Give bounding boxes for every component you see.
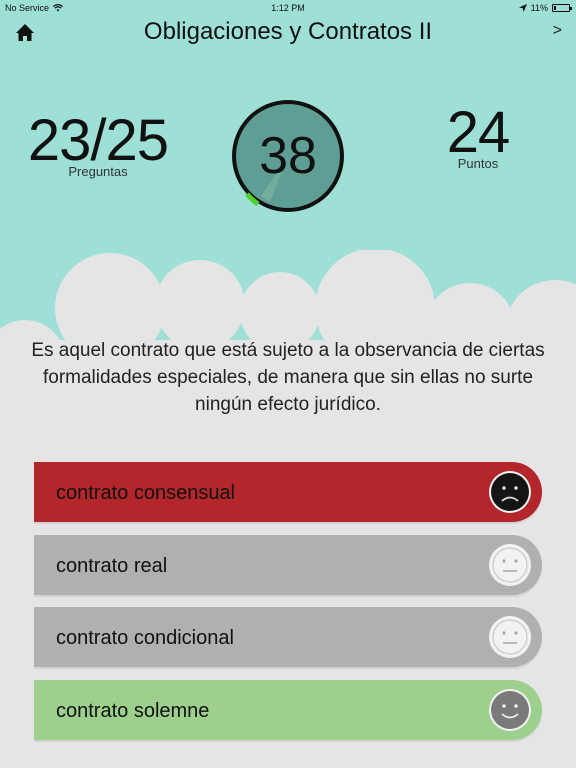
questions-stat: 23/25 Preguntas — [18, 108, 178, 180]
neutral-face-icon — [489, 616, 531, 658]
next-button[interactable]: > — [553, 22, 562, 40]
question-text: Es aquel contrato que está sujeto a la o… — [31, 340, 545, 415]
timer: 38 — [228, 96, 348, 216]
points-stat: 24 Puntos — [418, 100, 538, 172]
answer-option[interactable]: contrato condicional — [34, 607, 542, 667]
answer-list: contrato consensual contrato real contra… — [34, 462, 542, 752]
points-label: Puntos — [457, 156, 499, 171]
answer-option[interactable]: contrato real — [34, 534, 542, 595]
location-arrow-icon — [518, 4, 527, 12]
timer-value: 38 — [259, 127, 317, 185]
sad-face-icon — [489, 471, 531, 513]
status-right: 11% — [518, 3, 572, 13]
status-time: 1:12 PM — [271, 3, 305, 13]
points-value: 24 — [446, 100, 511, 165]
battery-icon — [552, 4, 572, 12]
happy-face-icon — [489, 688, 531, 731]
questions-value: 23/25 — [27, 108, 169, 173]
battery-percent: 11% — [530, 3, 548, 13]
answer-label: contrato condicional — [56, 627, 234, 649]
page-title: Obligaciones y Contratos II — [143, 18, 433, 45]
answer-label: contrato consensual — [56, 482, 236, 504]
answer-label: contrato real — [56, 554, 168, 577]
battery-fill — [554, 6, 556, 10]
status-bar: No Service 1:12 PM 11% — [0, 0, 576, 16]
answer-label: contrato solemne — [56, 699, 210, 722]
answer-option[interactable]: contrato consensual — [34, 462, 542, 522]
answer-option[interactable]: contrato solemne — [34, 679, 542, 740]
neutral-face-icon — [489, 543, 531, 586]
